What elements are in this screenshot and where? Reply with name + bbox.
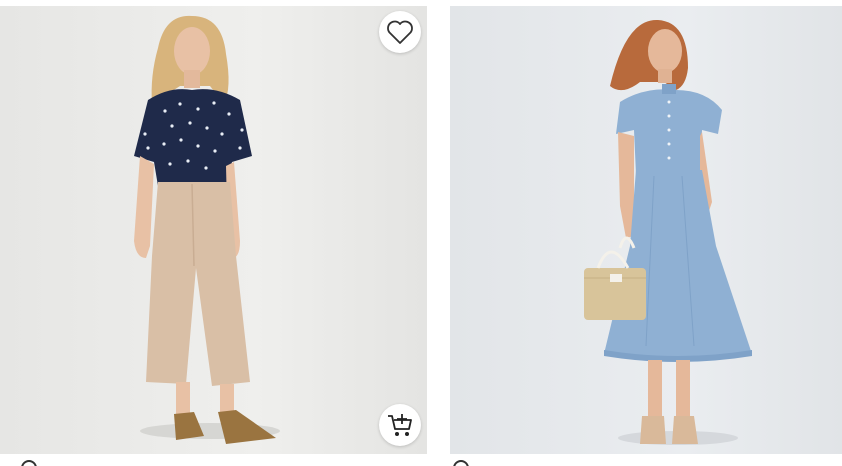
product-image-2[interactable] <box>450 6 842 454</box>
product-card-1[interactable] <box>0 6 427 454</box>
add-to-cart-icon <box>388 414 412 436</box>
color-swatch[interactable] <box>453 460 469 466</box>
favorite-button[interactable] <box>379 11 421 53</box>
product-card-2[interactable] <box>450 6 842 454</box>
heart-outline-icon <box>387 20 413 44</box>
add-to-cart-button[interactable] <box>379 404 421 446</box>
color-swatch[interactable] <box>21 460 37 466</box>
product-image-1[interactable] <box>0 6 427 454</box>
product-grid <box>0 0 842 466</box>
